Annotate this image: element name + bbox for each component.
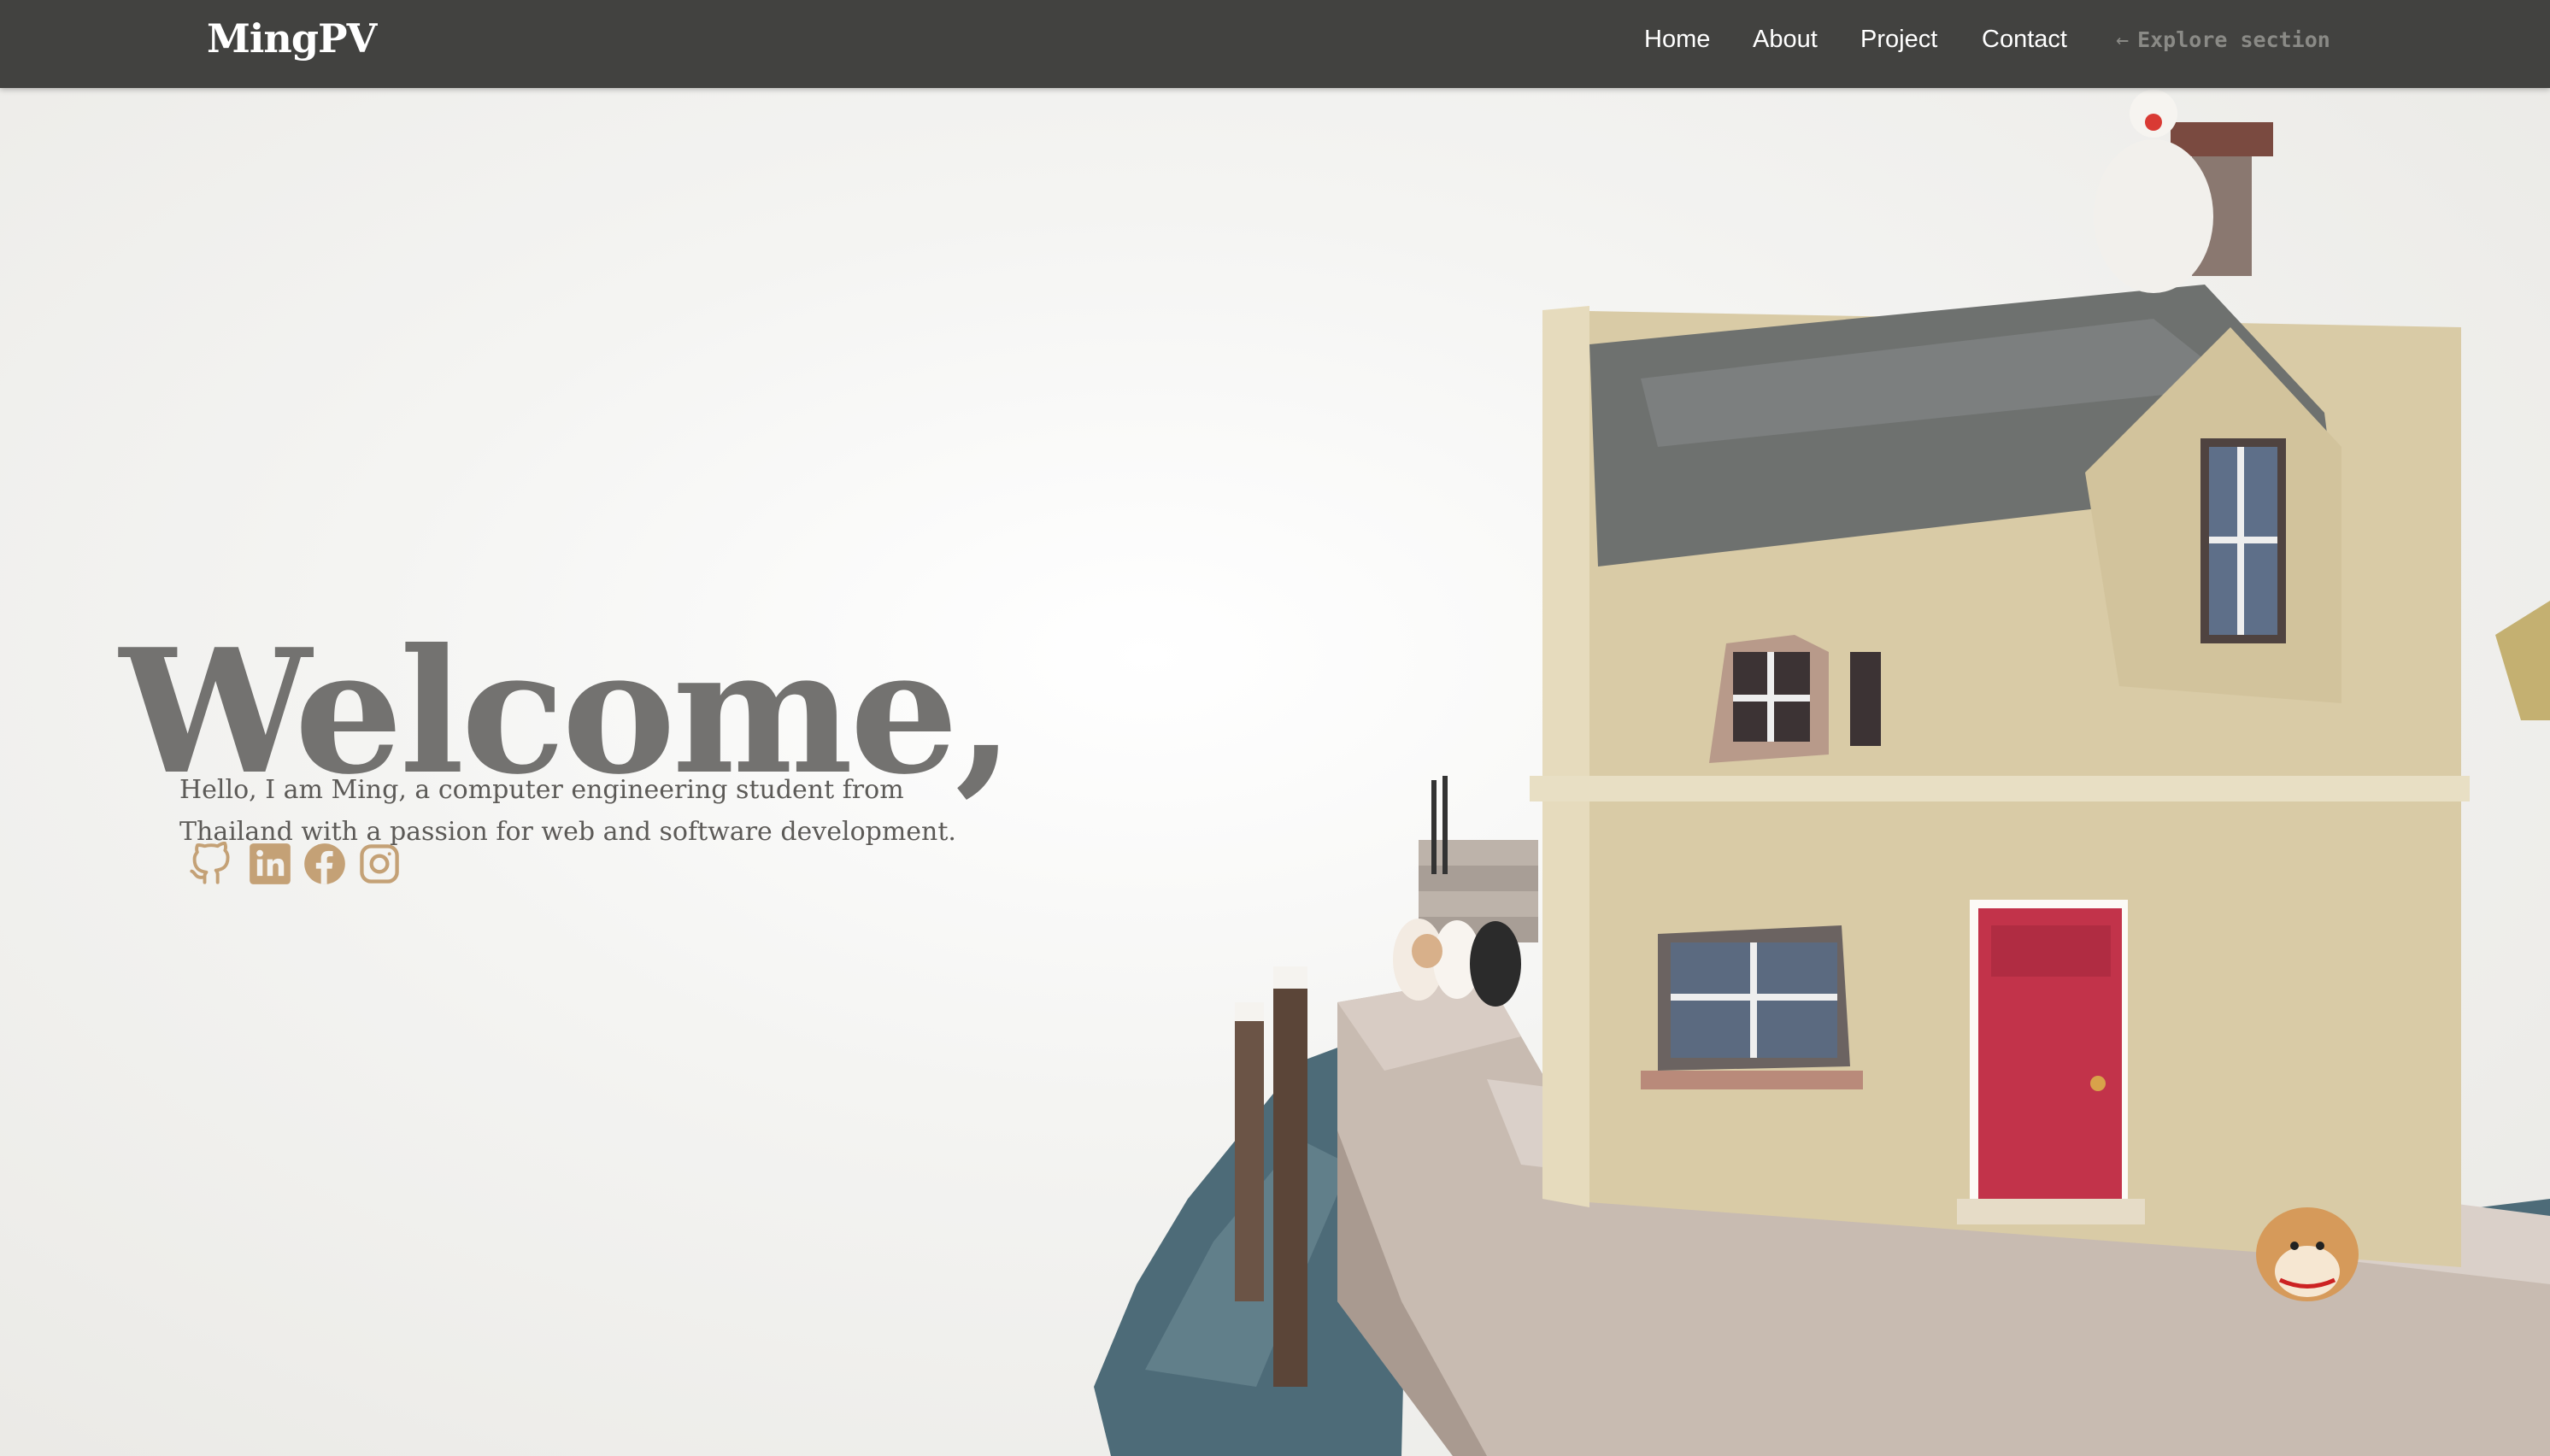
nav-project[interactable]: Project: [1860, 26, 1937, 54]
arrow-left-icon: ←: [2116, 27, 2130, 52]
hero-description: Hello, I am Ming, a computer engineering…: [179, 775, 956, 847]
linkedin-icon: [248, 842, 292, 886]
stairs: [1419, 776, 1538, 942]
lamp-edge: [2495, 601, 2550, 720]
github-link[interactable]: [188, 842, 232, 886]
instagram-icon: [357, 842, 402, 886]
cats: [1393, 919, 1521, 1007]
brand-logo[interactable]: MingPV: [207, 15, 377, 62]
house-3d-scene[interactable]: [1043, 88, 2550, 1456]
nav-contact[interactable]: Contact: [1982, 26, 2067, 54]
nav-home[interactable]: Home: [1644, 26, 1710, 54]
house: [1530, 90, 2470, 1267]
explore-label: Explore section: [2137, 27, 2330, 52]
navbar: MingPV Home About Project Contact ← Explo…: [0, 0, 2550, 88]
shiba-dog: [2256, 1207, 2359, 1301]
github-icon: [188, 842, 232, 886]
facebook-link[interactable]: [303, 842, 347, 886]
explore-section-link[interactable]: ← Explore section: [2116, 27, 2330, 52]
instagram-link[interactable]: [357, 842, 402, 886]
facebook-icon: [303, 842, 347, 886]
linkedin-link[interactable]: [248, 842, 292, 886]
nav-about[interactable]: About: [1753, 26, 1818, 54]
